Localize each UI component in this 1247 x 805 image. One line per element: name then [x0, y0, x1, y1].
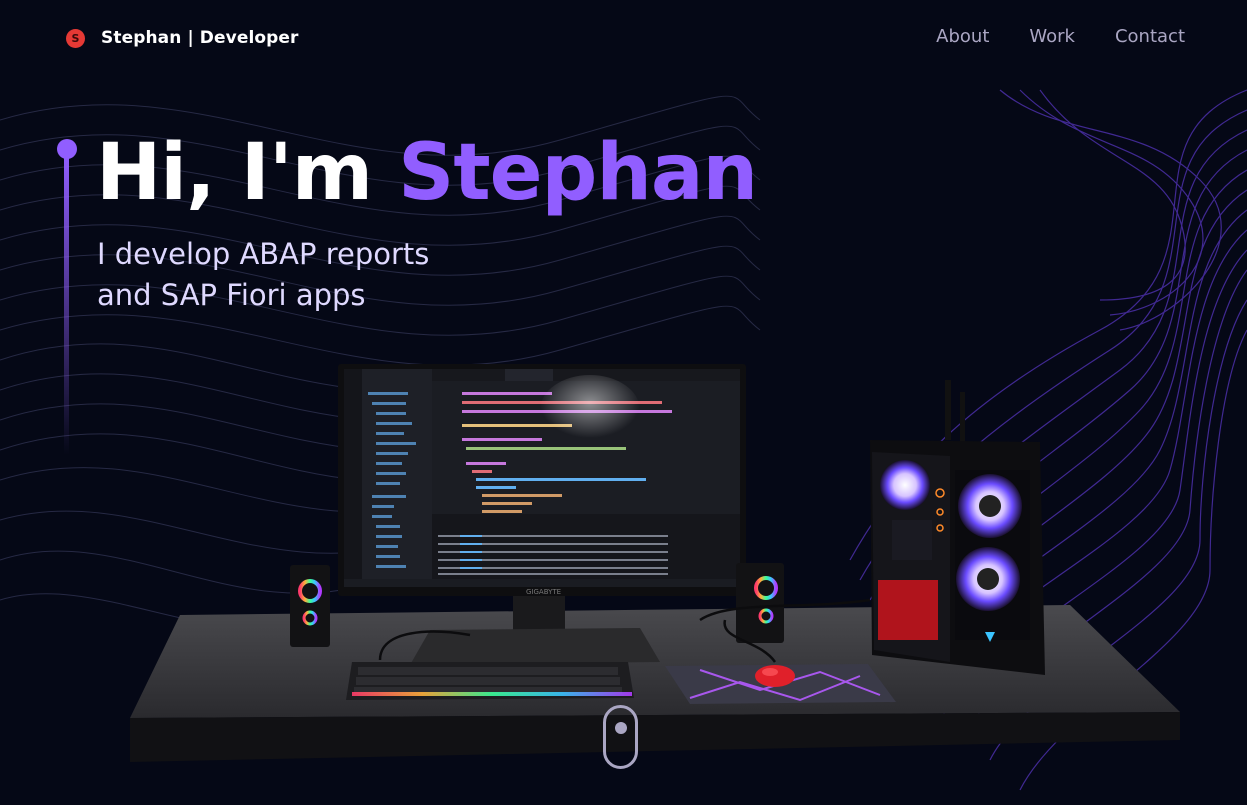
brand-name: Stephan | Developer — [101, 28, 299, 48]
nav-link-contact[interactable]: Contact — [1115, 26, 1185, 47]
hero-subtitle-line1: I develop ABAP reports — [97, 237, 430, 271]
hero-title-name: Stephan — [398, 128, 758, 218]
computer-setup-scene[interactable]: GIGABYTE — [0, 0, 1247, 805]
monitor-brand-label: GIGABYTE — [526, 588, 561, 596]
scroll-dot — [614, 722, 627, 734]
hero-title: Hi, I'm Stephan — [96, 128, 758, 218]
hero-subtitle: I develop ABAP reports and SAP Fiori app… — [97, 234, 517, 316]
hero-title-prefix: Hi, I'm — [96, 128, 399, 218]
mouse-icon — [755, 665, 795, 687]
nav-link-about[interactable]: About — [936, 26, 989, 47]
scroll-down-indicator[interactable] — [603, 705, 638, 769]
nav-link-work[interactable]: Work — [1029, 26, 1075, 47]
nav-links: About Work Contact — [936, 26, 1185, 47]
monitor-icon: GIGABYTE — [338, 364, 746, 596]
hero-subtitle-line2: and SAP Fiori apps — [97, 278, 366, 312]
pc-tower-icon — [870, 380, 1045, 675]
brand-link[interactable]: S Stephan | Developer — [66, 28, 299, 48]
logo-icon: S — [66, 28, 85, 48]
hero-accent-line — [64, 155, 69, 455]
navbar: S Stephan | Developer About Work Contact — [0, 0, 1247, 76]
keyboard-icon — [346, 662, 634, 700]
